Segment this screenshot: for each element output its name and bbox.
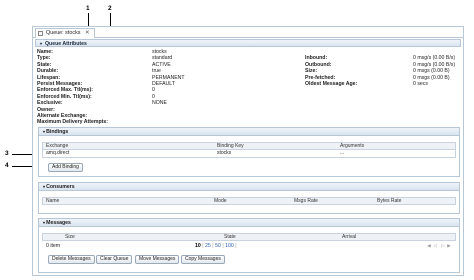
attributes-right-values: 0 msg/s (0.00 B/s) 0 msg/s (0.00 B/s) 0 … <box>413 55 461 87</box>
consumers-table-header: Name Mode Msgs Rate Bytes Rate <box>42 197 456 205</box>
stat-value: 0 msg/s (0.00 B/s) <box>413 55 456 62</box>
first-page-icon[interactable]: ◀ <box>427 243 431 249</box>
callout-3: 3 <box>5 150 9 157</box>
cell-exchange: amq.direct <box>46 150 70 156</box>
consumers-header[interactable]: ▾ Consumers <box>39 183 459 191</box>
callout-4: 4 <box>5 162 9 169</box>
bindings-table-header: Exchange Binding Key Arguments <box>42 142 456 150</box>
prev-page-icon[interactable]: ◁ <box>433 243 437 249</box>
col-exchange[interactable]: Exchange <box>46 143 68 150</box>
stat-value: 0 secs <box>413 81 428 88</box>
queue-icon <box>38 31 43 36</box>
messages-table-header: Size State Arrival <box>42 233 456 241</box>
next-page-icon[interactable]: ▷ <box>441 243 445 249</box>
cell-arguments: ... <box>340 150 345 156</box>
tab-label: Queue: stocks <box>46 30 81 36</box>
callout-1: 1 <box>86 5 90 12</box>
consumers-panel: ▾ Consumers Name Mode Msgs Rate Bytes Ra… <box>38 182 460 214</box>
bindings-panel: ▾ Bindings Exchange Binding Key Argument… <box>38 127 460 177</box>
bindings-header[interactable]: ▾ Bindings <box>39 128 459 136</box>
col-arrival[interactable]: Arrival <box>342 234 356 241</box>
clear-queue-button[interactable]: Clear Queue <box>96 255 133 264</box>
col-bytes-rate[interactable]: Bytes Rate <box>377 198 401 205</box>
cell-binding-key: stocks <box>217 150 232 156</box>
move-messages-button[interactable]: Move Messages <box>135 255 180 264</box>
page-size-100[interactable]: 100 <box>225 243 234 249</box>
col-binding-key[interactable]: Binding Key <box>217 143 244 150</box>
col-msgs-rate[interactable]: Msgs Rate <box>294 198 318 205</box>
last-page-icon[interactable]: ▶ <box>447 243 451 249</box>
tab-queue-stocks[interactable]: Queue: stocks ✕ <box>35 28 95 38</box>
page-size-10[interactable]: 10 <box>195 243 201 249</box>
page-size-50[interactable]: 50 <box>215 243 221 249</box>
col-state[interactable]: State <box>224 234 236 241</box>
copy-messages-button[interactable]: Copy Messages <box>181 255 225 264</box>
queue-view: Queue: stocks ✕ ▾ Queue Attributes Name: … <box>32 26 464 276</box>
delete-messages-button[interactable]: Delete Messages <box>48 255 95 264</box>
close-icon[interactable]: ✕ <box>85 30 90 36</box>
page-size-options: 10 | 25 | 50 | 100 | <box>195 243 237 249</box>
attr-row: Maximum Delivery Attempts: <box>37 119 109 126</box>
col-mode[interactable]: Mode <box>214 198 227 205</box>
table-row[interactable]: amq.direct stocks ... <box>42 150 456 158</box>
stat-row: Oldest Message Age: <box>305 81 358 88</box>
add-binding-button[interactable]: Add Binding <box>48 163 83 172</box>
tab-bar: Queue: stocks ✕ <box>33 27 463 38</box>
callout-2: 2 <box>108 5 112 12</box>
col-arguments[interactable]: Arguments <box>340 143 364 150</box>
attributes-left-values: stocks standard ACTIVE true PERMANENT DE… <box>152 49 185 107</box>
attr-value: NONE <box>152 100 167 107</box>
messages-panel: ▾ Messages Size State Arrival 0 item 10 … <box>38 218 460 273</box>
queue-attributes-header[interactable]: ▾ Queue Attributes <box>35 39 461 47</box>
item-count: 0 item <box>46 243 61 249</box>
attributes-left-column: Name: Type: State: Durable: Lifespan: Pe… <box>37 49 108 126</box>
messages-pager-row: 0 item 10 | 25 | 50 | 100 | ◀ ◁ ▷ ▶ <box>45 243 457 251</box>
messages-header[interactable]: ▾ Messages <box>39 219 459 227</box>
col-name[interactable]: Name <box>46 198 59 205</box>
page-size-25[interactable]: 25 <box>205 243 211 249</box>
col-size[interactable]: Size <box>65 234 75 241</box>
attributes-right-column: Inbound: Outbound: Size: Pre-fetched: Ol… <box>305 55 357 87</box>
